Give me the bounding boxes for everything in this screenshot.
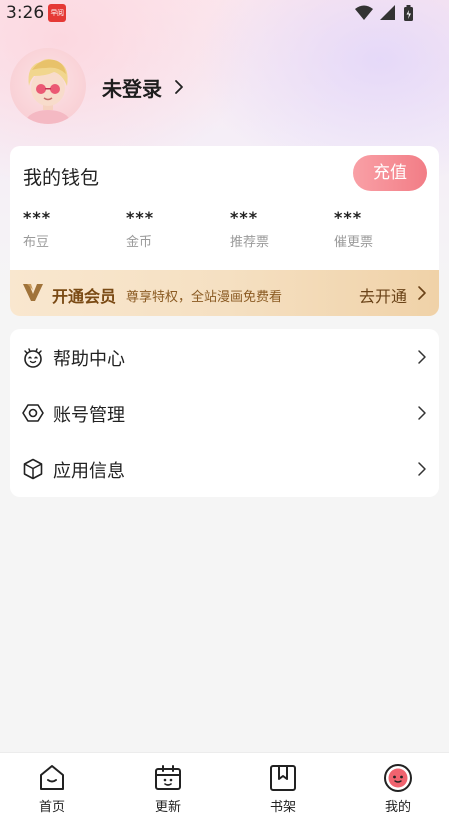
tab-label: 书架: [269, 800, 296, 815]
avatar[interactable]: [10, 48, 86, 124]
hexagon-settings-icon: [22, 404, 44, 422]
avatar-illustration: [26, 59, 70, 124]
menu-label: 应用信息: [53, 461, 125, 482]
stat-label: 布豆: [23, 235, 50, 250]
chevron-right-icon: [418, 286, 426, 300]
profile-login-row[interactable]: 未登录: [10, 48, 270, 126]
stat-value: ***: [230, 208, 259, 227]
vip-logo-icon: [23, 284, 43, 301]
chevron-right-icon: [175, 80, 183, 94]
menu-label: 帮助中心: [53, 349, 125, 370]
status-bar: 3:26 早阅: [0, 0, 449, 28]
stat-value: ***: [23, 208, 52, 227]
menu-label: 账号管理: [53, 405, 125, 426]
help-face-icon: [24, 348, 42, 368]
status-icons: [355, 5, 413, 21]
cube-icon: [23, 458, 43, 480]
stat-recommend-tickets[interactable]: *** 推荐票: [230, 208, 330, 250]
signal-icon: [380, 5, 395, 20]
chevron-right-icon: [418, 406, 426, 420]
tab-profile-active[interactable]: 我的: [336, 753, 448, 817]
stat-value: ***: [126, 208, 155, 227]
bottom-tab-bar: 首页 更新 书架 我的: [0, 752, 449, 817]
stat-label: 推荐票: [230, 235, 270, 250]
tab-updates[interactable]: 更新: [112, 753, 224, 817]
menu-item-app-info[interactable]: 应用信息: [10, 441, 439, 497]
profile-face-icon: [384, 764, 412, 792]
stat-label: 催更票: [334, 235, 374, 250]
stat-beans[interactable]: *** 布豆: [23, 208, 123, 250]
stat-urge-tickets[interactable]: *** 催更票: [334, 208, 434, 250]
stat-label: 金币: [126, 235, 153, 250]
tab-label: 首页: [38, 800, 65, 815]
vip-banner[interactable]: 开通会员 尊享特权，全站漫画免费看 去开通: [10, 270, 439, 316]
home-icon: [40, 765, 64, 790]
app-notification-badge: 早阅: [48, 4, 66, 22]
recharge-button[interactable]: 充值: [353, 155, 427, 191]
tab-bookshelf[interactable]: 书架: [224, 753, 336, 817]
tab-label: 更新: [154, 800, 181, 815]
stat-coins[interactable]: *** 金币: [126, 208, 226, 250]
wallet-title: 我的钱包: [23, 167, 100, 189]
chevron-right-icon: [418, 462, 426, 476]
vip-description: 尊享特权，全站漫画免费看: [126, 290, 283, 305]
menu-item-account-management[interactable]: 账号管理: [10, 385, 439, 441]
menu-item-help-center[interactable]: 帮助中心: [10, 329, 439, 385]
vip-title: 开通会员: [52, 287, 117, 306]
battery-icon: [404, 5, 413, 21]
tab-home[interactable]: 首页: [0, 753, 112, 817]
stat-value: ***: [334, 208, 363, 227]
login-status-label[interactable]: 未登录: [102, 73, 162, 102]
vip-open-link[interactable]: 去开通: [359, 283, 407, 307]
chevron-right-icon: [418, 350, 426, 364]
status-time: 3:26: [6, 3, 45, 23]
settings-menu: 帮助中心 账号管理 应用信息: [10, 329, 439, 497]
tab-label: 我的: [384, 800, 411, 815]
wallet-card: 我的钱包 充值 *** 布豆 *** 金币 *** 推荐票 *** 催更票 开通…: [10, 146, 439, 316]
bookshelf-icon: [270, 765, 296, 791]
calendar-icon: [155, 765, 181, 790]
wifi-icon: [355, 5, 373, 20]
